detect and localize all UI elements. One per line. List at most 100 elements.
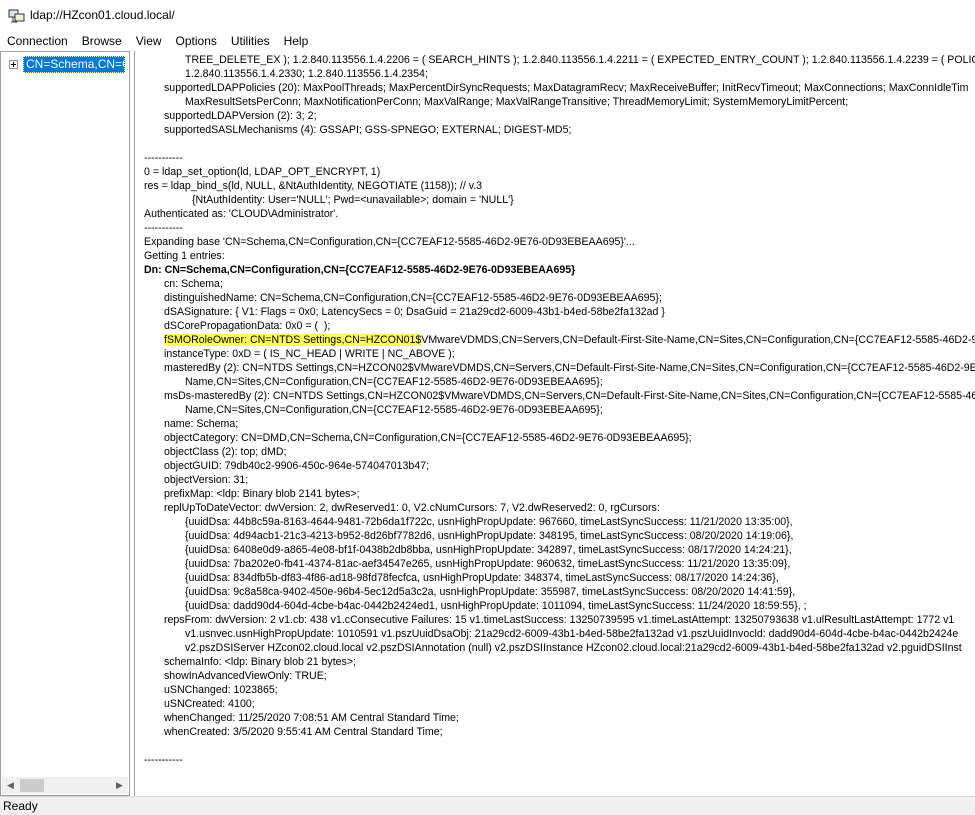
scroll-right-arrow-icon[interactable]: ▶ — [111, 777, 128, 794]
output-line: msDs-masteredBy (2): CN=NTDS Settings,CN… — [144, 389, 975, 403]
output-line-text: instanceType: 0xD = ( IS_NC_HEAD | WRITE… — [164, 348, 455, 360]
output-line-text: distinguishedName: CN=Schema,CN=Configur… — [164, 292, 662, 304]
output-line-text: Expanding base 'CN=Schema,CN=Configurati… — [144, 236, 635, 248]
output-line: res = ldap_bind_s(ld, NULL, &NtAuthIdent… — [144, 179, 975, 193]
output-line: ----------- — [144, 221, 975, 235]
menu-view[interactable]: View — [129, 33, 169, 50]
output-line-text: objectGUID: 79db40c2-9906-450c-964e-5740… — [164, 460, 430, 472]
output-line: objectCategory: CN=DMD,CN=Schema,CN=Conf… — [144, 431, 975, 445]
output-line-text: masteredBy (2): CN=NTDS Settings,CN=HZCO… — [164, 362, 975, 374]
output-line: supportedLDAPPolicies (20): MaxPoolThrea… — [144, 81, 975, 95]
output-line: {uuidDsa: 6408e0d9-a865-4e08-bf1f-0438b2… — [144, 543, 975, 557]
output-line-text: replUpToDateVector: dwVersion: 2, dwRese… — [164, 502, 660, 514]
output-line-text: showInAdvancedViewOnly: TRUE; — [164, 670, 327, 682]
scrollbar-thumb[interactable] — [20, 779, 44, 792]
output-line: supportedLDAPVersion (2): 3; 2; — [144, 109, 975, 123]
output-line-text: v1.usnvec.usnHighPropUpdate: 1010591 v1.… — [185, 628, 959, 640]
output-line: showInAdvancedViewOnly: TRUE; — [144, 669, 975, 683]
output-line: {NtAuthIdentity: User='NULL'; Pwd=<unava… — [144, 193, 975, 207]
output-line-text: {NtAuthIdentity: User='NULL'; Pwd=<unava… — [192, 194, 514, 206]
output-line-text: cn: Schema; — [164, 278, 223, 290]
output-line: repsFrom: dwVersion: 2 v1.cb: 438 v1.cCo… — [144, 613, 975, 627]
output-line: ----------- — [144, 151, 975, 165]
output-line: distinguishedName: CN=Schema,CN=Configur… — [144, 291, 975, 305]
output-line: prefixMap: <ldp: Binary blob 2141 bytes>… — [144, 487, 975, 501]
output-line: Dn: CN=Schema,CN=Configuration,CN={CC7EA… — [144, 263, 975, 277]
output-line: {uuidDsa: 7ba202e0-fb41-4374-81ac-aef345… — [144, 557, 975, 571]
output-line-text: supportedLDAPVersion (2): 3; 2; — [164, 110, 317, 122]
output-line: fSMORoleOwner: CN=NTDS Settings,CN=HZCON… — [144, 333, 975, 347]
tree-pane[interactable]: CN=Schema,CN=Configuration,CN={CC7EAF12-… — [0, 51, 130, 796]
title-bar: ldap://HZcon01.cloud.local/ — [0, 0, 975, 32]
output-line-text: v2.pszDSIServer HZcon02.cloud.local v2.p… — [185, 642, 962, 654]
output-line-text: name: Schema; — [164, 418, 239, 430]
output-line: schemaInfo: <ldp: Binary blob 21 bytes>; — [144, 655, 975, 669]
output-line-text: VMwareVDMDS,CN=Servers,CN=Default-First-… — [421, 334, 975, 346]
output-line-text: {uuidDsa: 44b8c59a-8163-4644-9481-72b6da… — [185, 516, 793, 528]
output-line-text: supportedLDAPPolicies (20): MaxPoolThrea… — [164, 82, 969, 94]
menu-utilities[interactable]: Utilities — [224, 33, 277, 50]
status-text: Ready — [3, 799, 38, 813]
output-line: Expanding base 'CN=Schema,CN=Configurati… — [144, 235, 975, 249]
output-line-text: MaxResultSetsPerConn; MaxNotificationPer… — [185, 96, 849, 108]
output-line: v2.pszDSIServer HZcon02.cloud.local v2.p… — [144, 641, 975, 655]
output-line-text: {uuidDsa: 4d94acb1-21c3-4213-b952-8d26bf… — [185, 530, 794, 542]
output-line-text: Authenticated as: 'CLOUD\Administrator'. — [144, 208, 339, 220]
menu-browse[interactable]: Browse — [75, 33, 129, 50]
output-line-text: objectCategory: CN=DMD,CN=Schema,CN=Conf… — [164, 432, 692, 444]
output-line: {uuidDsa: 4d94acb1-21c3-4213-b952-8d26bf… — [144, 529, 975, 543]
output-line-text: 1.2.840.113556.1.4.2330; 1.2.840.113556.… — [185, 68, 428, 80]
output-line: instanceType: 0xD = ( IS_NC_HEAD | WRITE… — [144, 347, 975, 361]
output-line-text: schemaInfo: <ldp: Binary blob 21 bytes>; — [164, 656, 356, 668]
output-line-text: ----------- — [144, 152, 183, 164]
output-line: v1.usnvec.usnHighPropUpdate: 1010591 v1.… — [144, 627, 975, 641]
menu-connection[interactable]: Connection — [0, 33, 75, 50]
output-line: uSNChanged: 1023865; — [144, 683, 975, 697]
output-line-text: {uuidDsa: 9c8a58ca-9402-450e-96b4-5ec12d… — [185, 586, 796, 598]
ldp-app-icon[interactable] — [8, 8, 26, 24]
output-line-text: {uuidDsa: 7ba202e0-fb41-4374-81ac-aef345… — [185, 558, 791, 570]
menu-bar: Connection Browse View Options Utilities… — [0, 32, 975, 51]
output-line-text: ----------- — [144, 222, 183, 234]
tree-node-label[interactable]: CN=Schema,CN=Configuration,CN={CC7EAF12-… — [23, 56, 125, 73]
output-line-text: uSNChanged: 1023865; — [164, 684, 278, 696]
scroll-left-arrow-icon[interactable]: ◀ — [2, 777, 19, 794]
output-line-text: objectVersion: 31; — [164, 474, 249, 486]
output-text: TREE_DELETE_EX ); 1.2.840.113556.1.4.220… — [144, 53, 975, 767]
output-line-text: {uuidDsa: 6408e0d9-a865-4e08-bf1f-0438b2… — [185, 544, 792, 556]
output-line-text: repsFrom: dwVersion: 2 v1.cb: 438 v1.cCo… — [164, 614, 955, 626]
output-line: objectVersion: 31; — [144, 473, 975, 487]
output-line-text: supportedSASLMechanisms (4): GSSAPI; GSS… — [164, 124, 572, 136]
output-line: masteredBy (2): CN=NTDS Settings,CN=HZCO… — [144, 361, 975, 375]
menu-help[interactable]: Help — [277, 33, 316, 50]
output-line-text: dSCorePropagationData: 0x0 = ( ); — [164, 320, 331, 332]
output-line-text: {uuidDsa: dadd90d4-604d-4cbe-b4ac-0442b2… — [185, 600, 807, 612]
output-line: Name,CN=Sites,CN=Configuration,CN={CC7EA… — [144, 375, 975, 389]
output-line: Getting 1 entries: — [144, 249, 975, 263]
output-line: cn: Schema; — [144, 277, 975, 291]
output-line: whenChanged: 11/25/2020 7:08:51 AM Centr… — [144, 711, 975, 725]
output-line: Name,CN=Sites,CN=Configuration,CN={CC7EA… — [144, 403, 975, 417]
output-line-text: res = ldap_bind_s(ld, NULL, &NtAuthIdent… — [144, 180, 483, 192]
menu-options[interactable]: Options — [169, 33, 224, 50]
tree-node-schema[interactable]: CN=Schema,CN=Configuration,CN={CC7EAF12-… — [9, 56, 125, 73]
expand-icon[interactable] — [9, 60, 18, 69]
output-line: dSASignature: { V1: Flags = 0x0; Latency… — [144, 305, 975, 319]
output-line: uSNCreated: 4100; — [144, 697, 975, 711]
highlighted-text: fSMORoleOwner: CN=NTDS Settings,CN=HZCON… — [164, 334, 422, 346]
output-line: supportedSASLMechanisms (4): GSSAPI; GSS… — [144, 123, 975, 137]
output-line-text: Dn: CN=Schema,CN=Configuration,CN={CC7EA… — [144, 264, 576, 276]
output-line-text: ----------- — [144, 754, 183, 766]
output-line: {uuidDsa: 834dfb5b-df83-4f86-ad18-98fd78… — [144, 571, 975, 585]
output-line-text: Getting 1 entries: — [144, 250, 225, 262]
output-pane[interactable]: TREE_DELETE_EX ); 1.2.840.113556.1.4.220… — [134, 51, 975, 796]
status-bar: Ready — [0, 796, 975, 815]
tree-horizontal-scrollbar[interactable]: ◀ ▶ — [2, 777, 128, 794]
output-line-text: TREE_DELETE_EX ); 1.2.840.113556.1.4.220… — [185, 54, 975, 66]
output-line-text: msDs-masteredBy (2): CN=NTDS Settings,CN… — [164, 390, 975, 402]
output-line-text: uSNCreated: 4100; — [164, 698, 255, 710]
output-line-text: whenChanged: 11/25/2020 7:08:51 AM Centr… — [164, 712, 459, 724]
output-line: whenCreated: 3/5/2020 9:55:41 AM Central… — [144, 725, 975, 739]
output-line: replUpToDateVector: dwVersion: 2, dwRese… — [144, 501, 975, 515]
output-line: {uuidDsa: 9c8a58ca-9402-450e-96b4-5ec12d… — [144, 585, 975, 599]
